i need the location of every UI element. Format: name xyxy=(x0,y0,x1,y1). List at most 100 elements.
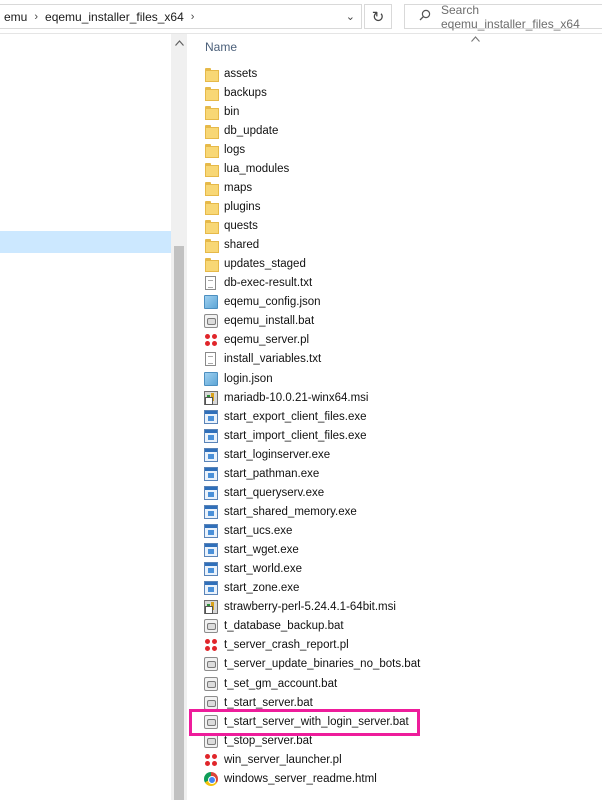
perl-file-icon xyxy=(204,638,218,652)
folder-icon xyxy=(204,86,219,101)
text-file-icon xyxy=(205,352,216,367)
scrollbar-thumb[interactable] xyxy=(174,246,184,800)
file-name: start_pathman.exe xyxy=(224,467,320,480)
file-name: t_set_gm_account.bat xyxy=(224,677,338,690)
file-name: eqemu_install.bat xyxy=(224,315,315,328)
file-name: t_server_crash_report.pl xyxy=(224,639,349,652)
exe-file-icon xyxy=(204,504,218,519)
file-name: updates_staged xyxy=(224,258,306,271)
file-name: start_zone.exe xyxy=(224,582,300,595)
file-list-item[interactable]: start_pathman.exe xyxy=(204,464,599,483)
perl-file-icon xyxy=(204,753,218,767)
file-list-item[interactable]: t_database_backup.bat xyxy=(204,617,599,636)
chevron-right-icon[interactable]: › xyxy=(188,11,198,23)
file-list-item[interactable]: bin xyxy=(204,102,599,121)
file-name: t_server_update_binaries_no_bots.bat xyxy=(224,658,421,671)
file-list-item[interactable]: mariadb-10.0.21-winx64.msi xyxy=(204,388,599,407)
file-list-item[interactable]: shared xyxy=(204,236,599,255)
breadcrumb-item-current[interactable]: eqemu_installer_files_x64 xyxy=(41,10,188,24)
file-name: db_update xyxy=(224,124,279,137)
file-name: backups xyxy=(224,86,267,99)
chevron-right-icon[interactable]: › xyxy=(31,11,41,23)
file-list-item[interactable]: lua_modules xyxy=(204,159,599,178)
file-name: win_server_launcher.pl xyxy=(224,753,342,766)
file-list-item[interactable]: start_import_client_files.exe xyxy=(204,426,599,445)
column-header-name[interactable]: Name xyxy=(205,40,237,54)
sort-arrow-icon xyxy=(471,34,480,45)
batch-file-icon xyxy=(204,695,218,710)
file-list-item[interactable]: t_set_gm_account.bat xyxy=(204,674,599,693)
folder-icon xyxy=(204,143,219,158)
file-name: plugins xyxy=(224,200,261,213)
batch-file-icon xyxy=(204,619,218,634)
file-name: login.json xyxy=(224,372,273,385)
chevron-down-icon[interactable]: ⌄ xyxy=(346,10,355,23)
file-list-item[interactable]: db_update xyxy=(204,121,599,140)
file-list-item[interactable]: eqemu_install.bat xyxy=(204,312,599,331)
file-list-item[interactable]: backups xyxy=(204,83,599,102)
file-name: start_world.exe xyxy=(224,563,302,576)
file-list-item[interactable]: login.json xyxy=(204,369,599,388)
file-list-item[interactable]: t_server_crash_report.pl xyxy=(204,636,599,655)
file-list-item[interactable]: start_wget.exe xyxy=(204,541,599,560)
exe-file-icon xyxy=(204,543,218,558)
batch-file-icon xyxy=(204,714,218,729)
folder-icon xyxy=(204,181,219,196)
file-list-item[interactable]: quests xyxy=(204,217,599,236)
file-name: lua_modules xyxy=(224,162,290,175)
file-list-item[interactable]: updates_staged xyxy=(204,255,599,274)
breadcrumb[interactable]: emu › eqemu_installer_files_x64 › ⌄ xyxy=(0,4,362,29)
file-list-item[interactable]: start_loginserver.exe xyxy=(204,445,599,464)
file-name: assets xyxy=(224,67,258,80)
file-list-item[interactable]: assets xyxy=(204,64,599,83)
search-box[interactable]: Search eqemu_installer_files_x64 xyxy=(404,3,602,31)
scroll-up-icon[interactable] xyxy=(171,36,187,50)
folder-icon xyxy=(204,124,219,139)
folder-icon xyxy=(204,238,219,254)
folder-icon xyxy=(204,105,219,120)
exe-file-icon xyxy=(204,485,218,500)
file-list-item[interactable]: start_zone.exe xyxy=(204,579,599,598)
file-name: t_database_backup.bat xyxy=(224,620,344,633)
search-icon xyxy=(419,9,431,24)
file-list-item[interactable]: logs xyxy=(204,140,599,159)
nav-selected-item[interactable] xyxy=(0,231,171,253)
file-list-item[interactable]: t_start_server.bat xyxy=(204,693,599,712)
file-list: assets backups bin db_updatelogs lua_modules… xyxy=(204,64,599,788)
file-list-item[interactable]: eqemu_server.pl xyxy=(204,331,599,350)
file-list-item[interactable]: strawberry-perl-5.24.4.1-64bit.msi xyxy=(204,598,599,617)
file-list-item[interactable]: start_shared_memory.exe xyxy=(204,502,599,521)
refresh-button[interactable]: ↻ xyxy=(364,4,392,29)
file-list-item[interactable]: win_server_launcher.pl xyxy=(204,750,599,769)
file-name: bin xyxy=(224,105,240,118)
exe-file-icon xyxy=(204,562,218,577)
breadcrumb-item-parent[interactable]: emu xyxy=(0,10,31,24)
file-list-item[interactable]: start_export_client_files.exe xyxy=(204,407,599,426)
file-list-item[interactable]: install_variables.txt xyxy=(204,350,599,369)
exe-file-icon xyxy=(204,524,218,539)
file-name: start_queryserv.exe xyxy=(224,486,325,499)
navigation-pane[interactable] xyxy=(0,34,171,800)
file-list-item[interactable]: t_stop_server.bat xyxy=(204,731,599,750)
file-name: start_wget.exe xyxy=(224,544,299,557)
file-list-item[interactable]: start_ucs.exe xyxy=(204,522,599,541)
text-file-icon xyxy=(205,276,216,291)
folder-icon xyxy=(204,219,219,235)
file-list-item[interactable]: db-exec-result.txt xyxy=(204,274,599,293)
file-list-item[interactable]: plugins xyxy=(204,197,599,216)
file-list-item[interactable]: eqemu_config.json xyxy=(204,293,599,312)
msi-file-icon xyxy=(204,390,218,405)
file-name: start_shared_memory.exe xyxy=(224,505,357,518)
file-list-item[interactable]: windows_server_readme.html xyxy=(204,769,599,788)
file-name: start_loginserver.exe xyxy=(224,448,331,461)
file-list-item[interactable]: t_start_server_with_login_server.bat xyxy=(204,712,599,731)
file-name: t_start_server_with_login_server.bat xyxy=(224,715,409,728)
file-list-item[interactable]: start_queryserv.exe xyxy=(204,483,599,502)
file-name: start_import_client_files.exe xyxy=(224,429,367,442)
file-list-item[interactable]: start_world.exe xyxy=(204,560,599,579)
file-list-item[interactable]: maps xyxy=(204,178,599,197)
nav-scrollbar[interactable] xyxy=(171,34,187,800)
file-name: shared xyxy=(224,239,260,252)
file-list-item[interactable]: t_server_update_binaries_no_bots.bat xyxy=(204,655,599,674)
search-input[interactable]: Search eqemu_installer_files_x64 xyxy=(441,3,602,31)
